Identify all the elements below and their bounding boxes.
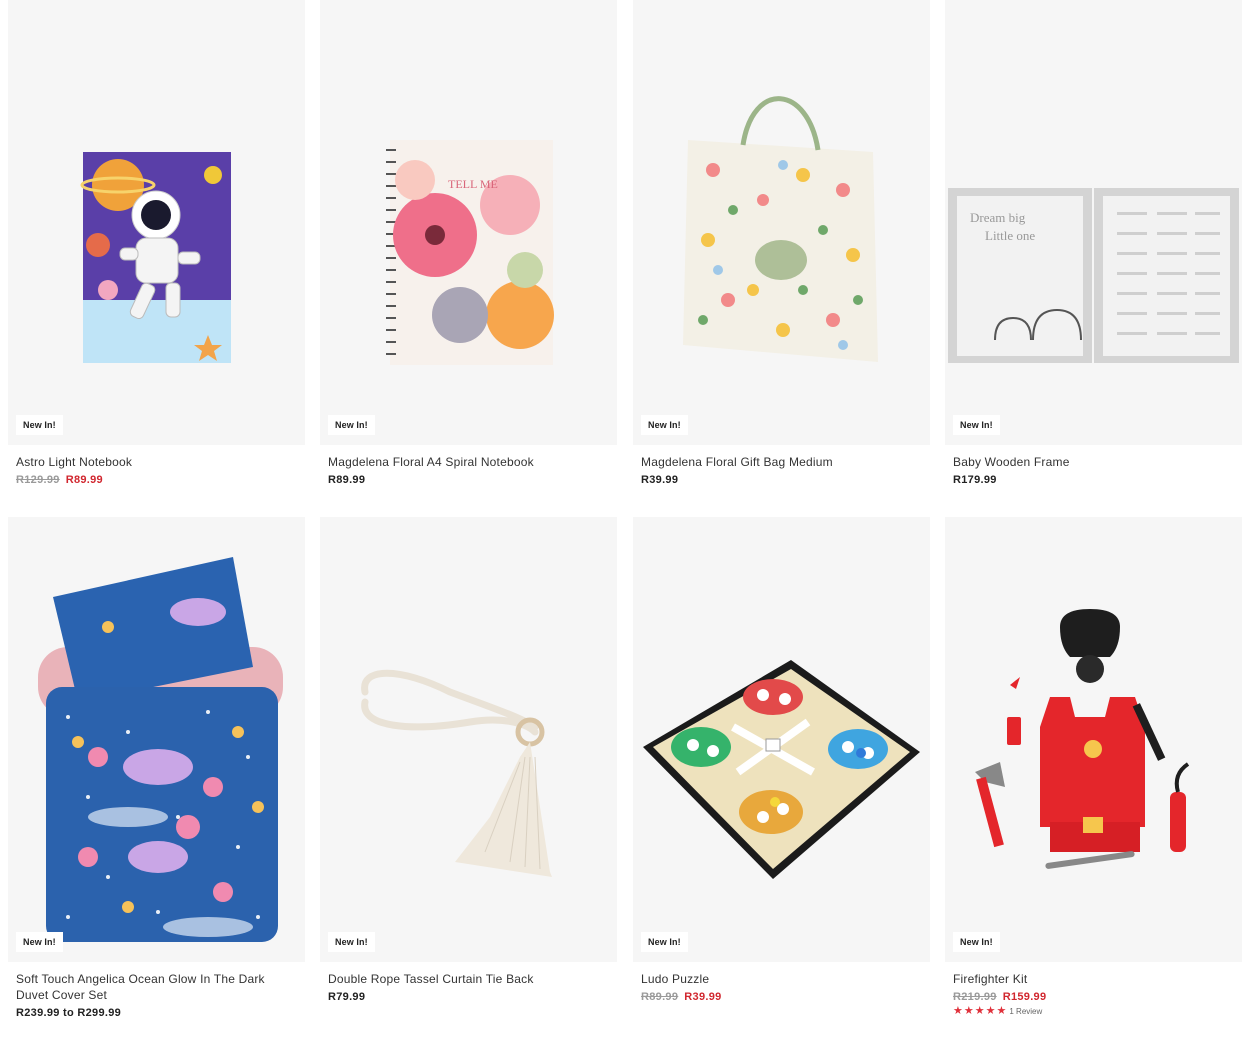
sale-price: R89.99 <box>65 474 103 486</box>
product-card[interactable]: New In! Firefighter Kit R219.99 R159.99 ★… <box>945 517 1242 1017</box>
new-in-badge: New In! <box>328 415 375 435</box>
product-image[interactable]: New In! <box>8 0 305 445</box>
svg-text:TELL ME: TELL ME <box>448 177 498 191</box>
product-image[interactable]: New In! <box>633 0 930 445</box>
new-in-badge: New In! <box>328 932 375 952</box>
product-title[interactable]: Magdelena Floral Gift Bag Medium <box>641 454 916 470</box>
sale-price: R39.99 <box>684 991 722 1003</box>
was-price: R129.99 <box>16 474 60 486</box>
product-price: R239.99 to R299.99 <box>16 1007 305 1019</box>
baby-frame-icon: Dream big Little one <box>948 188 1239 363</box>
product-image[interactable]: New In! <box>633 517 930 962</box>
floral-gift-bag-icon <box>683 96 878 362</box>
product-price: R79.99 <box>328 991 617 1003</box>
product-price: R89.99 <box>328 474 617 486</box>
new-in-badge: New In! <box>16 932 63 952</box>
product-card[interactable]: TELL ME New In! Magdelena Floral A4 Spir… <box>320 0 617 486</box>
new-in-badge: New In! <box>16 415 63 435</box>
product-card[interactable]: New In! Astro Light Notebook R129.99 R89.… <box>8 0 305 486</box>
sale-price: R159.99 <box>1002 991 1047 1003</box>
product-price: R129.99 R89.99 <box>16 474 305 486</box>
product-image[interactable]: New In! <box>945 517 1242 962</box>
regular-price: R39.99 <box>641 474 679 486</box>
product-price: R179.99 <box>953 474 1242 486</box>
product-rating[interactable]: ★ ★ ★ ★ ★ 1 Review <box>953 1006 1242 1017</box>
product-price: R219.99 R159.99 <box>953 991 1242 1003</box>
new-in-badge: New In! <box>953 415 1000 435</box>
product-price: R39.99 <box>641 474 930 486</box>
svg-text:Dream big: Dream big <box>970 210 1026 225</box>
star-icon: ★ <box>974 1005 985 1017</box>
product-title[interactable]: Soft Touch Angelica Ocean Glow In The Da… <box>16 971 291 1003</box>
was-price: R89.99 <box>641 991 679 1003</box>
product-title[interactable]: Ludo Puzzle <box>641 971 916 987</box>
product-card[interactable]: New In! Ludo Puzzle R89.99 R39.99 <box>633 517 930 1003</box>
firefighter-kit-icon <box>975 609 1190 869</box>
duvet-set-icon <box>38 557 283 942</box>
product-card[interactable]: New In! Magdelena Floral Gift Bag Medium… <box>633 0 930 486</box>
star-icon: ★ <box>953 1005 963 1017</box>
regular-price: R89.99 <box>328 474 366 486</box>
product-card[interactable]: New In! Double Rope Tassel Curtain Tie B… <box>320 517 617 1003</box>
new-in-badge: New In! <box>641 415 688 435</box>
new-in-badge: New In! <box>953 932 1000 952</box>
regular-price: R79.99 <box>328 991 366 1003</box>
product-title[interactable]: Baby Wooden Frame <box>953 454 1228 470</box>
product-image[interactable]: New In! <box>320 517 617 962</box>
astronaut-notebook-icon <box>80 152 231 363</box>
star-icon: ★ <box>985 1005 996 1017</box>
product-title[interactable]: Firefighter Kit <box>953 971 1228 987</box>
product-image[interactable]: Dream big Little one New In! <box>945 0 1242 445</box>
ludo-board-icon <box>643 660 920 879</box>
product-image[interactable]: New In! <box>8 517 305 962</box>
rope-tassel-icon <box>361 669 552 877</box>
was-price: R219.99 <box>953 991 997 1003</box>
star-icon: ★ <box>963 1005 974 1017</box>
review-count-link[interactable]: 1 Review <box>1009 1007 1042 1016</box>
regular-price: R239.99 to R299.99 <box>16 1007 122 1019</box>
product-title[interactable]: Magdelena Floral A4 Spiral Notebook <box>328 454 603 470</box>
product-title[interactable]: Astro Light Notebook <box>16 454 291 470</box>
regular-price: R179.99 <box>953 474 997 486</box>
product-image[interactable]: TELL ME New In! <box>320 0 617 445</box>
product-price: R89.99 R39.99 <box>641 991 930 1003</box>
star-icon: ★ <box>996 1005 1007 1017</box>
product-card[interactable]: Dream big Little one New In! Baby Wooden… <box>945 0 1242 486</box>
new-in-badge: New In! <box>641 932 688 952</box>
svg-text:Little one: Little one <box>985 228 1035 243</box>
product-title[interactable]: Double Rope Tassel Curtain Tie Back <box>328 971 603 987</box>
floral-notebook-icon: TELL ME <box>386 140 554 365</box>
product-card[interactable]: New In! Soft Touch Angelica Ocean Glow I… <box>8 517 305 1019</box>
